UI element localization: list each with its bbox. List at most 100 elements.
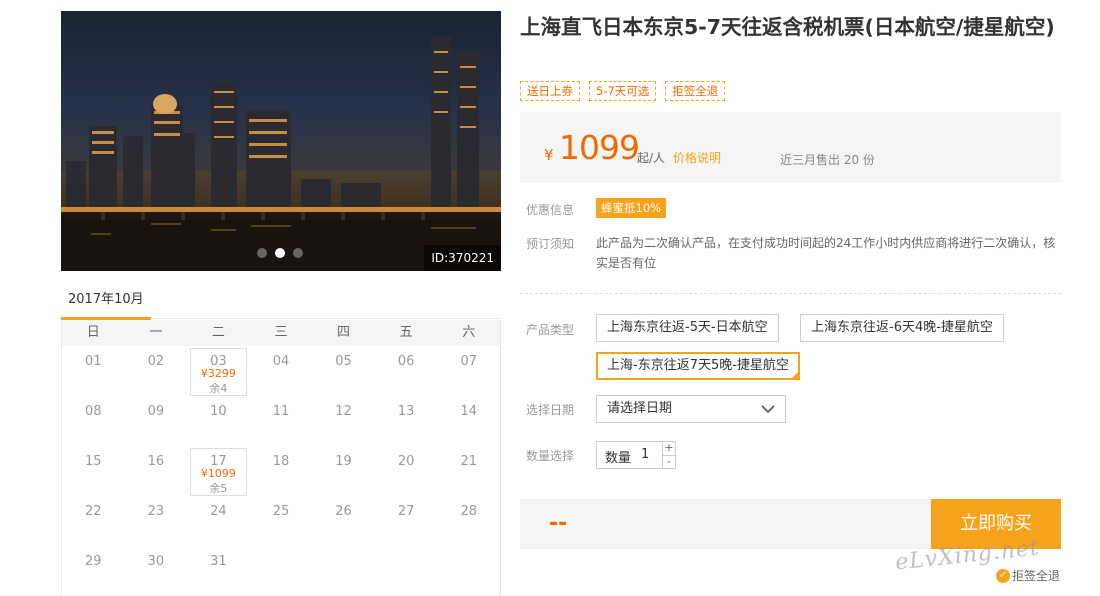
calendar-day: 05 — [312, 346, 375, 396]
product-option-1[interactable]: 上海东京往返-5天-日本航空 — [596, 314, 779, 342]
date-select-value: 请选择日期 — [607, 401, 673, 416]
promo-label: 优惠信息 — [526, 203, 575, 217]
refund-guarantee: ✓ 拒签全退 — [996, 567, 1060, 584]
calendar-day-number: 26 — [335, 504, 352, 519]
calendar-day: 22 — [62, 496, 125, 546]
weekday-label: 四 — [337, 325, 351, 340]
calendar-day: 04 — [250, 346, 313, 396]
calendar-month-tab[interactable]: 2017年10月 — [61, 290, 151, 320]
calendar-day-number: 16 — [147, 454, 165, 469]
calendar-day: 13 — [375, 396, 438, 446]
calendar-grid: 01 02 03 ¥3299 余4 04 05 06 07 08 09 10 11 12 13 14 15 16 1… — [62, 346, 500, 596]
product-option-3-selected[interactable]: 上海-东京往返7天5晚-捷星航空 — [596, 352, 800, 380]
image-id-label: ID:370221 — [424, 245, 501, 271]
section-divider — [520, 293, 1061, 294]
price-unit: 起/人 — [637, 151, 666, 165]
calendar-day: 02 — [125, 346, 188, 396]
weekday-label: 三 — [274, 325, 288, 340]
calendar-tab-divider — [151, 318, 501, 319]
carousel-dot[interactable] — [293, 248, 303, 258]
product-type-label: 产品类型 — [526, 323, 575, 337]
calendar-day: 08 — [62, 396, 125, 446]
calendar-day-price: ¥1099 — [200, 467, 236, 480]
calendar-day-stock: 余5 — [209, 482, 228, 495]
calendar-day-available[interactable]: 03 ¥3299 余4 — [187, 346, 250, 396]
sales-count: 近三月售出 20 份 — [780, 153, 875, 167]
quantity-decrease-button[interactable]: - — [663, 455, 675, 468]
calendar-day-number: 07 — [460, 354, 477, 369]
calendar-day: 27 — [375, 496, 438, 546]
product-tag: 送日上券 — [520, 81, 580, 101]
quantity-input[interactable]: 1 — [641, 447, 649, 462]
calendar-day: 10 — [187, 396, 250, 446]
calendar-day-number: 06 — [397, 354, 415, 369]
calendar-day: 28 — [437, 496, 500, 546]
calendar-day-number: 02 — [147, 354, 165, 369]
product-photo[interactable]: ID:370221 — [61, 11, 501, 271]
calendar-day: 16 — [125, 446, 188, 496]
weekday-label: 二 — [211, 325, 225, 340]
calendar-day: 11 — [250, 396, 313, 446]
carousel-dot-active[interactable] — [275, 248, 285, 258]
calendar-day: 30 — [125, 546, 188, 596]
refund-guarantee-text: 拒签全退 — [1012, 569, 1061, 583]
date-select-dropdown[interactable]: 请选择日期 — [596, 395, 786, 423]
calendar-day: 23 — [125, 496, 188, 546]
calendar-day-number: 05 — [335, 354, 352, 369]
calendar-day: 19 — [312, 446, 375, 496]
calendar-day-number: 29 — [85, 554, 102, 569]
price-panel: ¥ 1099 起/人 价格说明 近三月售出 20 份 — [520, 112, 1061, 183]
weekday-label: 日 — [86, 325, 100, 340]
departure-calendar: 日一二三四五六 01 02 03 ¥3299 余4 04 05 06 07 08 09 10 11 12 1… — [61, 320, 501, 596]
calendar-day-number: 28 — [460, 504, 477, 519]
calendar-day-number: 24 — [210, 504, 227, 519]
product-tag: 5-7天可选 — [589, 81, 657, 101]
currency-symbol: ¥ — [544, 146, 554, 164]
calendar-day-number: 21 — [460, 454, 477, 469]
calendar-day: 07 — [437, 346, 500, 396]
calendar-day-number: 22 — [85, 504, 102, 519]
calendar-weekday-header: 日一二三四五六 — [62, 320, 500, 346]
calendar-day-number: 19 — [335, 454, 352, 469]
calendar-day-price: ¥3299 — [200, 367, 236, 380]
calendar-day-number: 08 — [85, 404, 102, 419]
calendar-day: 29 — [62, 546, 125, 596]
quantity-stepper: 数量 1 + - — [596, 441, 676, 469]
price-details-link[interactable]: 价格说明 — [673, 149, 721, 166]
calendar-day: 12 — [312, 396, 375, 446]
calendar-day: 18 — [250, 446, 313, 496]
check-icon: ✓ — [996, 568, 1010, 583]
carousel-dots — [257, 248, 303, 258]
calendar-day: 25 — [250, 496, 313, 546]
calendar-day-number: 01 — [85, 354, 102, 369]
calendar-day-number: 10 — [210, 404, 227, 419]
total-price: -- — [549, 511, 568, 536]
calendar-day: 14 — [437, 396, 500, 446]
product-option-2[interactable]: 上海东京往返-6天4晚-捷星航空 — [800, 314, 1004, 342]
notice-label: 预订须知 — [526, 237, 575, 251]
calendar-day-number: 23 — [147, 504, 165, 519]
calendar-day-number: 31 — [210, 554, 227, 569]
calendar-day-number: 20 — [397, 454, 415, 469]
calendar-day-number: 14 — [460, 404, 477, 419]
calendar-day: 15 — [62, 446, 125, 496]
weekday-label: 六 — [462, 325, 476, 340]
product-tag: 拒签全退 — [665, 81, 726, 101]
quantity-increase-button[interactable]: + — [663, 442, 675, 455]
calendar-day-number: 12 — [335, 404, 352, 419]
calendar-day-number: 30 — [147, 554, 165, 569]
price-amount: 1099 — [559, 128, 640, 167]
carousel-dot[interactable] — [257, 248, 267, 258]
calendar-day: 06 — [375, 346, 438, 396]
promo-badge: 蜂蜜抵10% — [596, 198, 667, 218]
chevron-down-icon — [761, 405, 775, 414]
calendar-day-number: 15 — [85, 454, 102, 469]
calendar-day-available[interactable]: 17 ¥1099 余5 — [187, 446, 250, 496]
booking-notice-text: 此产品为二次确认产品，在支付成功时间起的24工作小时内供应商将进行二次确认，核实… — [596, 236, 1056, 270]
date-select-label: 选择日期 — [526, 403, 575, 417]
calendar-day: 20 — [375, 446, 438, 496]
quantity-label: 数量选择 — [526, 449, 575, 463]
calendar-day-stock: 余4 — [209, 382, 228, 395]
product-title: 上海直飞日本东京5-7天往返含税机票(日本航空/捷星航空) — [520, 15, 1055, 39]
city-skyline-image — [61, 36, 501, 271]
